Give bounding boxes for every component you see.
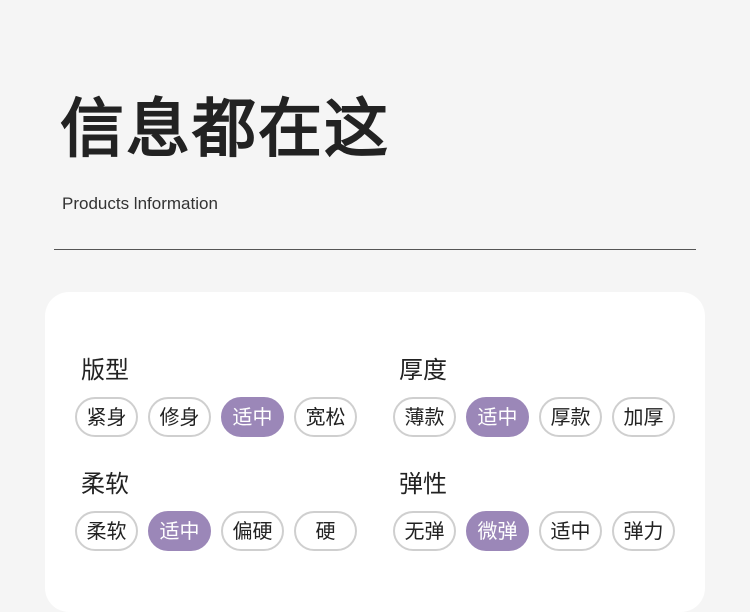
option-pill[interactable]: 柔软	[75, 511, 138, 551]
page-subtitle: Products lnformation	[62, 194, 218, 213]
option-pill[interactable]: 偏硬	[221, 511, 284, 551]
options-fit: 紧身 修身 适中 宽松	[75, 397, 375, 437]
options-elasticity: 无弹 微弹 适中 弹力	[393, 511, 693, 551]
options-thickness: 薄款 适中 厚款 加厚	[393, 397, 693, 437]
group-label-thickness: 厚度	[399, 356, 447, 384]
group-label-softness: 柔软	[81, 470, 129, 498]
option-pill-selected[interactable]: 微弹	[466, 511, 529, 551]
option-pill[interactable]: 硬	[294, 511, 357, 551]
option-pill[interactable]: 弹力	[612, 511, 675, 551]
option-pill-selected[interactable]: 适中	[466, 397, 529, 437]
option-pill[interactable]: 厚款	[539, 397, 602, 437]
option-pill[interactable]: 修身	[148, 397, 211, 437]
option-pill[interactable]: 宽松	[294, 397, 357, 437]
header-divider	[54, 249, 696, 250]
option-pill[interactable]: 适中	[539, 511, 602, 551]
option-pill[interactable]: 加厚	[612, 397, 675, 437]
option-pill[interactable]: 无弹	[393, 511, 456, 551]
option-pill-selected[interactable]: 适中	[148, 511, 211, 551]
group-label-elasticity: 弹性	[399, 470, 447, 498]
option-pill[interactable]: 薄款	[393, 397, 456, 437]
group-label-fit: 版型	[81, 356, 129, 384]
option-pill[interactable]: 紧身	[75, 397, 138, 437]
page-title: 信息都在这	[60, 93, 390, 167]
product-info-card: 版型 紧身 修身 适中 宽松 厚度 薄款 适中 厚款 加厚 柔软 柔软 适中 偏…	[45, 292, 705, 612]
options-softness: 柔软 适中 偏硬 硬	[75, 511, 375, 551]
option-pill-selected[interactable]: 适中	[221, 397, 284, 437]
